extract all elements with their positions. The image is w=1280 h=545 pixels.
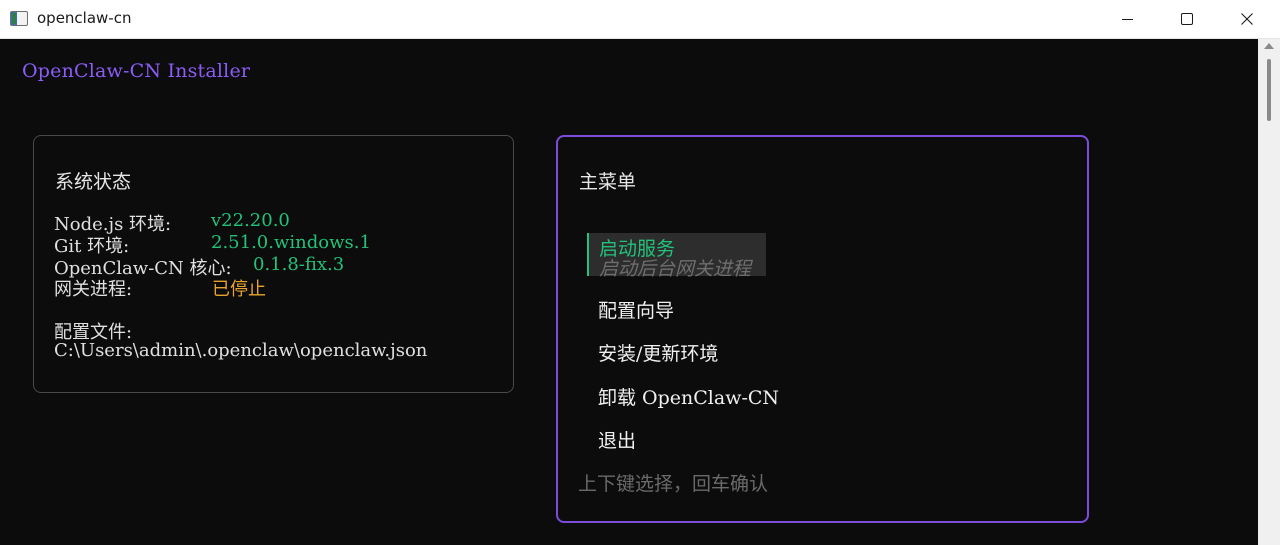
navigation-hint: 上下键选择，回车确认 (578, 473, 769, 495)
gateway-process-label: 网关进程: (54, 279, 133, 300)
close-icon (1241, 13, 1253, 25)
menu-item-exit[interactable]: 退出 (598, 426, 636, 453)
menu-heading: 主菜单 (579, 171, 637, 193)
window-title: openclaw-cn (37, 9, 132, 27)
main-menu-panel: 主菜单 启动服务 启动后台网关进程 配置向导 安装/更新环境 卸载 OpenCl… (556, 135, 1089, 523)
vertical-scrollbar[interactable] (1258, 39, 1280, 545)
git-env-value: 2.51.0.windows.1 (211, 232, 371, 253)
gateway-status-value: 已停止 (212, 279, 266, 300)
minimize-button[interactable] (1098, 0, 1156, 38)
node-env-value: v22.20.0 (211, 210, 290, 231)
maximize-button[interactable] (1158, 0, 1216, 38)
installer-title: OpenClaw-CN Installer (22, 60, 251, 82)
status-heading: 系统状态 (55, 171, 132, 193)
maximize-icon (1181, 13, 1193, 25)
menu-item-start-service[interactable]: 启动服务 启动后台网关进程 (587, 233, 766, 280)
close-button[interactable] (1218, 0, 1276, 38)
menu-item-install-update[interactable]: 安装/更新环境 (598, 339, 718, 366)
config-file-path: C:\Users\admin\.openclaw\openclaw.json (54, 340, 428, 361)
scrollbar-thumb[interactable] (1267, 59, 1271, 121)
system-status-panel: 系统状态 Node.js 环境: v22.20.0 Git 环境: 2.51.0… (33, 135, 514, 393)
menu-item-config-wizard[interactable]: 配置向导 (598, 296, 674, 323)
menu-item-uninstall[interactable]: 卸载 OpenClaw-CN (598, 383, 779, 410)
gateway-process-row: 网关进程: 已停止 (54, 275, 266, 301)
scroll-up-arrow-icon[interactable] (1264, 43, 1274, 49)
title-bar[interactable]: openclaw-cn (0, 0, 1280, 39)
terminal-output[interactable]: OpenClaw-CN Installer 系统状态 Node.js 环境: v… (0, 39, 1258, 545)
menu-item-start-service-description: 启动后台网关进程 (599, 258, 752, 280)
terminal-window: openclaw-cn OpenClaw-CN Installer 系统状态 N… (0, 0, 1280, 545)
minimize-icon (1121, 18, 1133, 20)
core-version-value: 0.1.8-fix.3 (253, 254, 345, 275)
terminal-app-icon (10, 11, 28, 26)
